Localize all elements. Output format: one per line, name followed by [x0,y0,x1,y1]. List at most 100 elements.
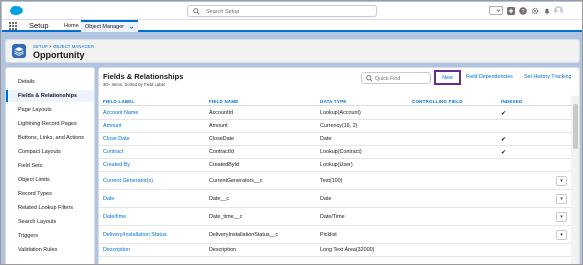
panel-subtitle: 30+ Items, Sorted by Field Label [103,82,165,87]
table-row: Date/time Date_time__c Date/Time ▾ [99,208,571,226]
sidebar-item-buttons-links-actions[interactable]: Buttons, Links, and Actions [6,132,94,144]
column-header-controlling-field[interactable]: CONTROLLING FIELD [412,99,463,104]
field-data-type: Lookup(User) [320,162,353,168]
new-field-button[interactable]: New [434,70,461,85]
user-avatar[interactable] [554,6,563,15]
field-data-type: Lookup(Account) [320,110,361,116]
app-launcher-icon[interactable] [9,22,17,30]
quick-find-input[interactable]: Quick Find [361,72,431,84]
row-actions-dropdown-icon[interactable]: ▾ [556,212,567,222]
field-label-link[interactable]: Delivery/Installation Status [103,232,167,238]
page-title: Opportunity [33,50,85,60]
field-label-link[interactable]: Account Name [103,110,138,116]
field-api-name: DeliveryInstallationStatus__c [209,232,279,238]
table-row: Account Name AccountId Lookup(Account) ✔ [99,107,571,120]
field-api-name: CreatedById [209,162,239,168]
field-label-link[interactable]: Close Date [103,136,130,142]
row-actions-dropdown-icon[interactable]: ▾ [556,230,567,240]
field-data-type: Date/Time [320,214,345,220]
field-api-name: ContractId [209,149,234,155]
tab-home[interactable]: Home [60,21,83,31]
favorites-dropdown[interactable] [489,6,503,15]
indexed-checkmark-icon: ✔ [501,150,507,156]
table-scrollbar-thumb[interactable] [573,104,578,149]
breadcrumb-object-manager[interactable]: OBJECT MANAGER [53,44,94,49]
svg-text:?: ? [521,9,524,15]
sidebar-item-object-limits[interactable]: Object Limits [6,174,94,186]
field-api-name: AccountId [209,110,233,116]
setup-search-input[interactable]: Search Setup [187,5,377,17]
panel-title: Fields & Relationships [103,72,184,81]
chevron-down-icon[interactable] [129,25,134,30]
gear-icon[interactable] [530,6,539,15]
tab-object-manager-label: Object Manager [85,24,125,30]
sidebar-item-compact-layouts[interactable]: Compact Layouts [6,146,94,158]
table-row: Date Date__c Date ▾ [99,190,571,208]
object-page-header: SETUP > OBJECT MANAGER Opportunity [5,39,580,63]
row-actions-dropdown-icon[interactable]: ▾ [556,194,567,204]
indexed-checkmark-icon: ✔ [501,137,507,143]
table-row: Amount Amount Currency(16, 2) [99,120,571,133]
field-api-name: Description [209,247,236,253]
field-data-type: Currency(16, 2) [320,123,358,129]
table-row: Current Generator(s) CurrentGenerators__c… [99,172,571,190]
sidebar-item-record-types[interactable]: Record Types [6,188,94,200]
field-label-link[interactable]: Date/time [103,214,126,220]
field-api-name: Date_time__c [209,214,243,220]
object-sidebar: Details Fields & Relationships Page Layo… [5,67,95,264]
breadcrumb-setup[interactable]: SETUP [33,44,48,49]
sidebar-item-page-layouts[interactable]: Page Layouts [6,104,94,116]
notifications-bell-icon[interactable] [542,6,551,15]
help-icon[interactable]: ? [518,6,527,15]
set-history-tracking-button[interactable]: Set History Tracking [524,74,571,80]
column-header-field-label[interactable]: FIELD LABEL [103,99,134,104]
indexed-checkmark-icon: ✔ [501,111,507,117]
column-header-data-type[interactable]: DATA TYPE [320,99,346,104]
chevron-down-icon [496,9,501,12]
sidebar-item-search-layouts[interactable]: Search Layouts [6,216,94,228]
sidebar-item-related-lookup-filters[interactable]: Related Lookup Filters [6,202,94,214]
sidebar-item-validation-rules[interactable]: Validation Rules [6,244,94,256]
field-data-type: Text(100) [320,178,343,184]
app-name: Setup [29,21,49,30]
column-header-indexed[interactable]: INDEXED [501,99,522,104]
field-label-link[interactable]: Date [103,196,114,202]
search-placeholder: Search Setup [206,8,240,15]
field-data-type: Long Text Area(32000) [320,247,375,253]
search-icon [193,8,200,15]
layers-icon [12,44,26,58]
quick-find-placeholder: Quick Find [375,76,401,82]
fields-relationships-panel: Fields & Relationships 30+ Items, Sorted… [98,67,580,264]
field-data-type: Date [320,136,332,142]
field-dependencies-button[interactable]: Field Dependencies [466,74,513,80]
field-label-link[interactable]: Description [103,247,130,253]
tab-object-manager[interactable]: Object Manager [81,20,138,32]
sidebar-item-fields-relationships[interactable]: Fields & Relationships [6,90,94,102]
field-api-name: Date__c [209,196,230,202]
field-label-link[interactable]: Created By [103,162,130,168]
search-icon [366,75,373,82]
table-row: Created By CreatedById Lookup(User) [99,159,571,172]
field-label-link[interactable]: Amount [103,123,122,129]
sidebar-item-details[interactable]: Details [6,76,94,88]
table-row: Close Date CloseDate Date ✔ [99,133,571,146]
field-data-type: Date [320,196,332,202]
sidebar-item-lightning-record-pages[interactable]: Lightning Record Pages [6,118,94,130]
field-api-name: CloseDate [209,136,235,142]
field-label-link[interactable]: Current Generator(s) [103,178,153,184]
global-header: Search Setup ? [2,2,582,20]
header-utility-icons: ? [489,6,563,15]
column-header-field-name[interactable]: FIELD NAME [209,99,239,104]
table-header: FIELD LABEL FIELD NAME DATA TYPE CONTROL… [99,96,571,106]
sidebar-item-triggers[interactable]: Triggers [6,230,94,242]
field-label-link[interactable]: Contract [103,149,123,155]
table-row: Contract ContractId Lookup(Contract) ✔ [99,146,571,159]
field-data-type: Lookup(Contract) [320,149,362,155]
row-actions-dropdown-icon[interactable]: ▾ [556,176,567,186]
table-row: Description Description Long Text Area(320… [99,244,571,257]
app-window: Search Setup ? Setup Home Object Manager… [0,0,583,265]
salesforce-cloud-logo-icon[interactable] [8,5,23,16]
breadcrumb: SETUP > OBJECT MANAGER [33,44,94,49]
add-icon[interactable] [506,6,515,15]
sidebar-item-field-sets[interactable]: Field Sets [6,160,94,172]
